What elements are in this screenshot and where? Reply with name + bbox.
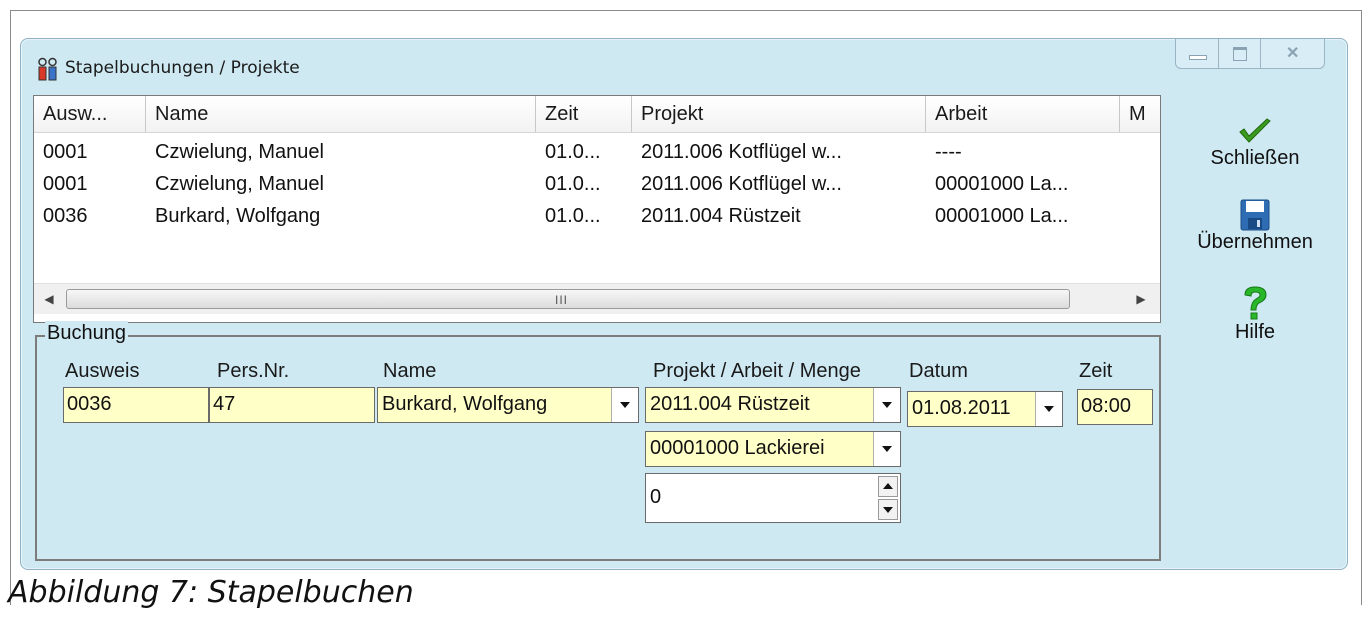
- list-header: Ausw... Name Zeit Projekt Arbeit M: [34, 96, 1160, 133]
- cell-name: Czwielung, Manuel: [155, 173, 324, 195]
- chevron-down-icon[interactable]: [611, 388, 638, 422]
- title-bar[interactable]: Stapelbuchungen / Projekte ✕: [21, 39, 1347, 95]
- app-window: Stapelbuchungen / Projekte ✕ Ausw... Nam…: [20, 38, 1348, 570]
- cell-ausweis: 0001: [43, 173, 88, 195]
- help-button[interactable]: Hilfe: [1169, 285, 1341, 344]
- chevron-down-icon[interactable]: [873, 388, 900, 422]
- table-row[interactable]: 0001 Czwielung, Manuel 01.0... 2011.006 …: [34, 136, 1160, 168]
- column-header-arbeit[interactable]: Arbeit: [926, 96, 1120, 132]
- arbeit-select-value: 00001000 Lackierei: [650, 437, 825, 459]
- apply-button-label: Übernehmen: [1197, 231, 1313, 253]
- persnr-label: Pers.Nr.: [217, 360, 290, 382]
- ausweis-field[interactable]: 0036: [63, 387, 209, 423]
- arbeit-select[interactable]: 00001000 Lackierei: [645, 431, 901, 467]
- help-button-label: Hilfe: [1234, 321, 1275, 343]
- cell-name: Burkard, Wolfgang: [155, 205, 321, 227]
- column-header-menge[interactable]: M: [1120, 96, 1160, 132]
- chevron-down-icon[interactable]: [1035, 392, 1062, 426]
- checkmark-icon: [1239, 118, 1271, 143]
- name-select-value: Burkard, Wolfgang: [382, 393, 548, 415]
- cell-arbeit: 00001000 La...: [935, 205, 1069, 227]
- spin-down-icon[interactable]: [878, 499, 898, 520]
- cell-ausweis: 0001: [43, 141, 88, 163]
- window-controls: ✕: [1175, 39, 1325, 69]
- column-header-zeit[interactable]: Zeit: [536, 96, 632, 132]
- datum-select-value: 01.08.2011: [912, 397, 1011, 419]
- scrollbar-grip: III: [555, 293, 569, 307]
- cell-name: Czwielung, Manuel: [155, 141, 324, 163]
- datum-select[interactable]: 01.08.2011: [907, 391, 1063, 427]
- cell-zeit: 01.0...: [545, 205, 601, 227]
- zeit-field[interactable]: 08:00: [1077, 389, 1153, 425]
- table-row[interactable]: 0036 Burkard, Wolfgang 01.0... 2011.004 …: [34, 200, 1160, 232]
- cell-projekt: 2011.006 Kotflügel w...: [641, 173, 842, 195]
- cell-projekt: 2011.004 Rüstzeit: [641, 205, 801, 227]
- close-window-button[interactable]: ✕: [1261, 39, 1324, 68]
- menge-stepper[interactable]: 0: [645, 473, 901, 523]
- figure-caption: Abbildung 7: Stapelbuchen: [8, 575, 414, 610]
- close-button-label: Schließen: [1210, 147, 1300, 169]
- close-button[interactable]: Schließen: [1169, 117, 1341, 170]
- column-header-projekt[interactable]: Projekt: [632, 96, 926, 132]
- cell-ausweis: 0036: [43, 205, 88, 227]
- maximize-button[interactable]: [1219, 39, 1262, 68]
- spin-up-icon[interactable]: [878, 476, 898, 497]
- cell-arbeit: 00001000 La...: [935, 173, 1069, 195]
- table-row[interactable]: 0001 Czwielung, Manuel 01.0... 2011.006 …: [34, 168, 1160, 200]
- name-select[interactable]: Burkard, Wolfgang: [377, 387, 639, 423]
- projekt-select[interactable]: 2011.004 Rüstzeit: [645, 387, 901, 423]
- booking-group-title: Buchung: [45, 321, 128, 345]
- cell-projekt: 2011.006 Kotflügel w...: [641, 141, 842, 163]
- zeit-label: Zeit: [1079, 360, 1113, 382]
- column-header-ausweis[interactable]: Ausw...: [34, 96, 146, 132]
- cell-zeit: 01.0...: [545, 173, 601, 195]
- cell-zeit: 01.0...: [545, 141, 601, 163]
- projekt-label: Projekt / Arbeit / Menge: [653, 360, 861, 382]
- menge-value: 0: [650, 486, 662, 508]
- ausweis-label: Ausweis: [65, 360, 140, 382]
- projekt-select-value: 2011.004 Rüstzeit: [650, 393, 810, 415]
- app-icon: [38, 57, 57, 81]
- question-mark-icon: [1244, 286, 1267, 320]
- bookings-list[interactable]: Ausw... Name Zeit Projekt Arbeit M 0001 …: [33, 95, 1161, 323]
- scroll-left-arrow-icon[interactable]: ◀: [34, 284, 64, 314]
- booking-group: [35, 335, 1161, 561]
- cell-arbeit: ----: [935, 141, 962, 163]
- minimize-button[interactable]: [1176, 39, 1219, 68]
- name-label: Name: [383, 360, 437, 382]
- datum-label: Datum: [909, 360, 968, 382]
- scrollbar-thumb[interactable]: III: [66, 289, 1070, 309]
- column-header-name[interactable]: Name: [146, 96, 536, 132]
- horizontal-scrollbar[interactable]: ◀ III ▶: [34, 283, 1160, 314]
- window-title: Stapelbuchungen / Projekte: [65, 58, 300, 78]
- persnr-field[interactable]: 47: [209, 387, 375, 423]
- scroll-right-arrow-icon[interactable]: ▶: [1126, 284, 1156, 314]
- chevron-down-icon[interactable]: [873, 432, 900, 466]
- close-icon: ✕: [1286, 45, 1300, 62]
- save-icon: [1240, 199, 1270, 231]
- apply-button[interactable]: Übernehmen: [1169, 199, 1341, 254]
